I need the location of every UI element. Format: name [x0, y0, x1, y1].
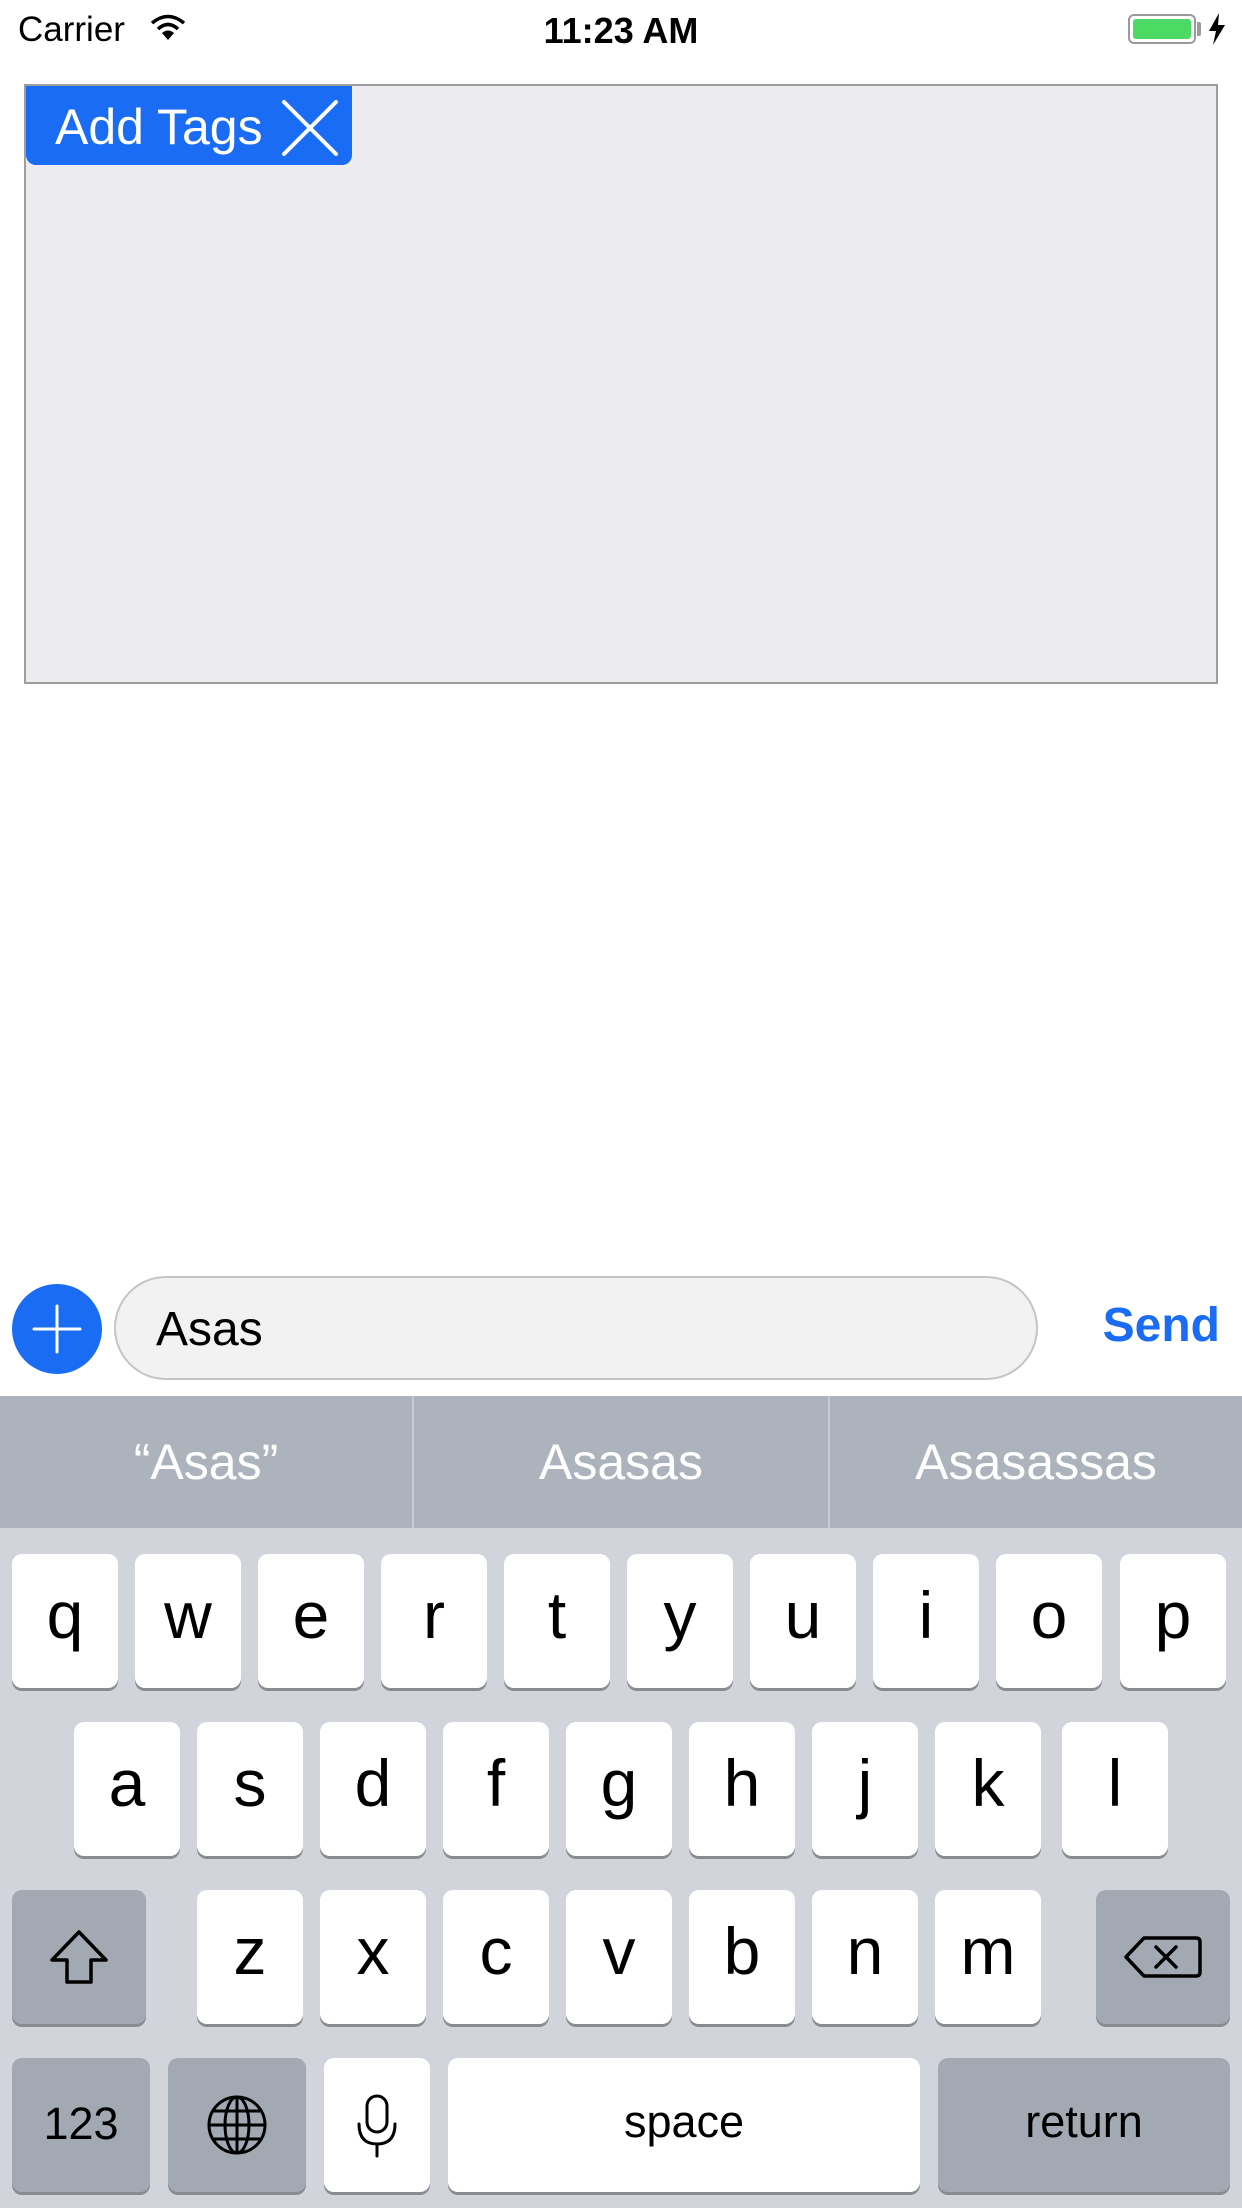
key-label: x [356, 1914, 390, 1988]
key-z[interactable]: z [197, 1890, 303, 2024]
globe-key[interactable] [168, 2058, 306, 2192]
shift-key[interactable] [12, 1890, 146, 2024]
key-label: q [46, 1578, 84, 1652]
key-label: n [846, 1914, 884, 1988]
keyboard: “Asas” Asasas Asasassas q w e r t y u i … [0, 1396, 1242, 2208]
tag-chip-label: Add Tags [55, 99, 263, 155]
key-u[interactable]: u [750, 1554, 856, 1688]
key-label: f [486, 1746, 506, 1820]
key-label: o [1030, 1578, 1068, 1652]
close-icon[interactable] [278, 96, 342, 165]
key-label: d [354, 1746, 392, 1820]
suggestion-item[interactable]: Asasas [414, 1396, 828, 1528]
message-input-value: Asas [156, 1303, 263, 1356]
numbers-key-label: 123 [43, 2098, 119, 2149]
key-label: c [479, 1914, 513, 1988]
key-a[interactable]: a [74, 1722, 180, 1856]
key-label: a [108, 1746, 146, 1820]
status-time: 11:23 AM [543, 10, 699, 51]
microphone-icon [357, 2094, 397, 2158]
plus-icon [32, 1304, 82, 1354]
key-b[interactable]: b [689, 1890, 795, 2024]
key-w[interactable]: w [135, 1554, 241, 1688]
key-k[interactable]: k [935, 1722, 1041, 1856]
key-label: b [723, 1914, 761, 1988]
key-label: w [164, 1578, 212, 1652]
key-label: j [857, 1746, 873, 1820]
tag-chip[interactable]: Add Tags [26, 86, 352, 165]
suggestion-bar: “Asas” Asasas Asasassas [0, 1396, 1242, 1528]
send-button[interactable]: Send [1060, 1298, 1220, 1353]
key-m[interactable]: m [935, 1890, 1041, 2024]
key-v[interactable]: v [566, 1890, 672, 2024]
key-x[interactable]: x [320, 1890, 426, 2024]
key-label: m [960, 1914, 1016, 1988]
message-input[interactable]: Asas [114, 1276, 1038, 1380]
return-key-label: return [1025, 2096, 1143, 2147]
suggestion-item[interactable]: Asasassas [830, 1396, 1242, 1528]
key-j[interactable]: j [812, 1722, 918, 1856]
key-y[interactable]: y [627, 1554, 733, 1688]
key-r[interactable]: r [381, 1554, 487, 1688]
microphone-key[interactable] [324, 2058, 430, 2192]
key-label: g [600, 1746, 638, 1820]
key-h[interactable]: h [689, 1722, 795, 1856]
key-d[interactable]: d [320, 1722, 426, 1856]
tag-container[interactable] [24, 84, 1218, 684]
globe-icon [207, 2095, 267, 2155]
key-f[interactable]: f [443, 1722, 549, 1856]
key-label: h [723, 1746, 761, 1820]
delete-key[interactable] [1096, 1890, 1230, 2024]
key-e[interactable]: e [258, 1554, 364, 1688]
key-label: y [663, 1578, 697, 1652]
space-key[interactable]: space [448, 2058, 920, 2192]
return-key[interactable]: return [938, 2058, 1230, 2192]
key-o[interactable]: o [996, 1554, 1102, 1688]
key-label: i [918, 1578, 934, 1652]
key-label: z [233, 1914, 267, 1988]
delete-icon [1124, 1936, 1202, 1978]
charging-bolt-icon [1207, 12, 1227, 51]
key-label: t [547, 1578, 567, 1652]
shift-icon [50, 1930, 108, 1984]
add-button[interactable] [12, 1284, 102, 1374]
key-l[interactable]: l [1062, 1722, 1168, 1856]
key-label: s [233, 1746, 267, 1820]
key-c[interactable]: c [443, 1890, 549, 2024]
numbers-key[interactable]: 123 [12, 2058, 150, 2192]
key-s[interactable]: s [197, 1722, 303, 1856]
key-q[interactable]: q [12, 1554, 118, 1688]
key-label: r [423, 1578, 445, 1652]
key-label: p [1154, 1578, 1192, 1652]
key-label: l [1107, 1746, 1123, 1820]
battery-icon [1128, 14, 1196, 44]
suggestion-item[interactable]: “Asas” [0, 1396, 412, 1528]
key-label: e [292, 1578, 330, 1652]
key-i[interactable]: i [873, 1554, 979, 1688]
key-label: k [971, 1746, 1005, 1820]
key-label: u [784, 1578, 822, 1652]
key-p[interactable]: p [1120, 1554, 1226, 1688]
key-g[interactable]: g [566, 1722, 672, 1856]
status-bar: Carrier 11:23 AM [0, 0, 1242, 60]
key-t[interactable]: t [504, 1554, 610, 1688]
space-key-label: space [623, 2096, 745, 2147]
key-label: v [602, 1914, 636, 1988]
key-n[interactable]: n [812, 1890, 918, 2024]
battery-tip [1197, 22, 1201, 36]
